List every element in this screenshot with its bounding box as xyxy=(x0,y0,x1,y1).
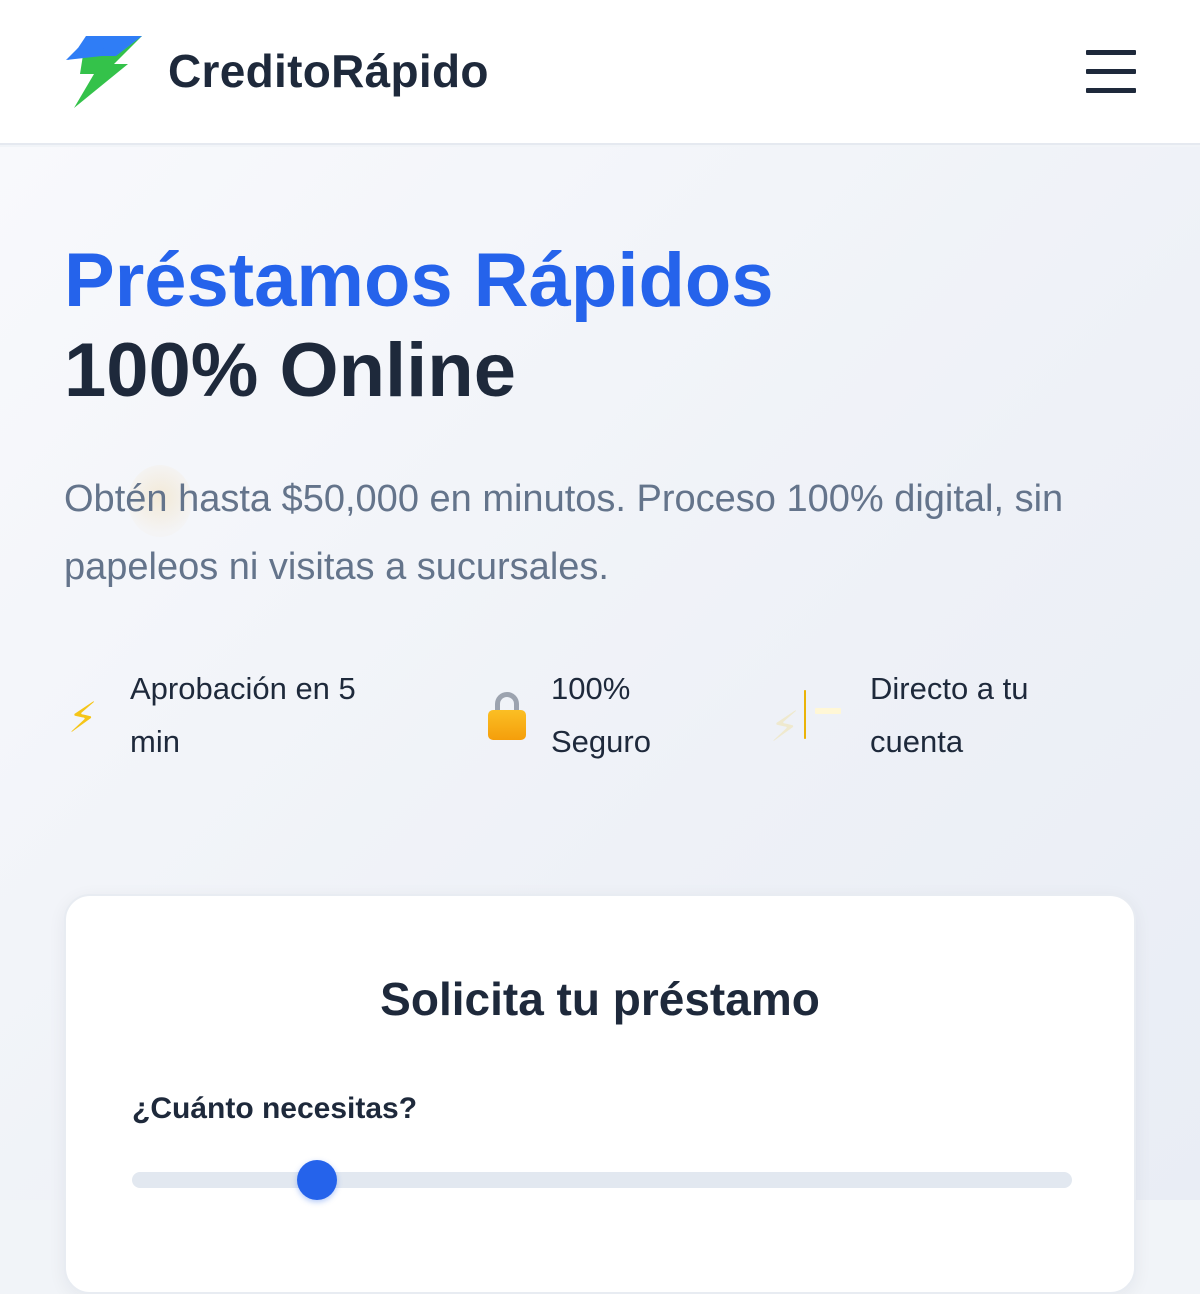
feature-label: Directo a tu cuenta xyxy=(870,671,1029,759)
amount-slider[interactable] xyxy=(132,1160,1072,1200)
hero-title-highlight: Préstamos Rápidos xyxy=(64,238,774,323)
feature-label: Aprobación en 5 min xyxy=(130,671,356,759)
hero-section: Préstamos Rápidos 100% Online Obtén hast… xyxy=(0,147,1200,1294)
loan-form-card: Solicita tu préstamo ¿Cuánto necesitas? xyxy=(64,894,1136,1294)
credit-card-icon xyxy=(804,690,841,739)
site-header: CreditoRápido xyxy=(0,0,1200,145)
lightning-icon: ⚡ xyxy=(68,694,98,741)
hero-subtitle: Obtén hasta $50,000 en minutos. Proceso … xyxy=(64,478,1064,588)
loan-form-title: Solicita tu préstamo xyxy=(380,973,820,1025)
amount-slider-handle[interactable] xyxy=(297,1160,338,1200)
menu-line xyxy=(1086,69,1136,74)
lightning-bolt-icon[interactable] xyxy=(64,34,146,110)
lightning-icon: ⚡ xyxy=(770,703,800,750)
menu-line xyxy=(1086,50,1136,55)
hero-title: 100% Online xyxy=(64,328,516,413)
menu-line xyxy=(1086,88,1136,93)
amount-label: ¿Cuánto necesitas? xyxy=(132,1092,418,1125)
hamburger-menu-icon[interactable] xyxy=(1082,50,1138,96)
brand-name[interactable]: CreditoRápido xyxy=(168,44,489,98)
feature-label: 100% Seguro xyxy=(551,671,651,759)
